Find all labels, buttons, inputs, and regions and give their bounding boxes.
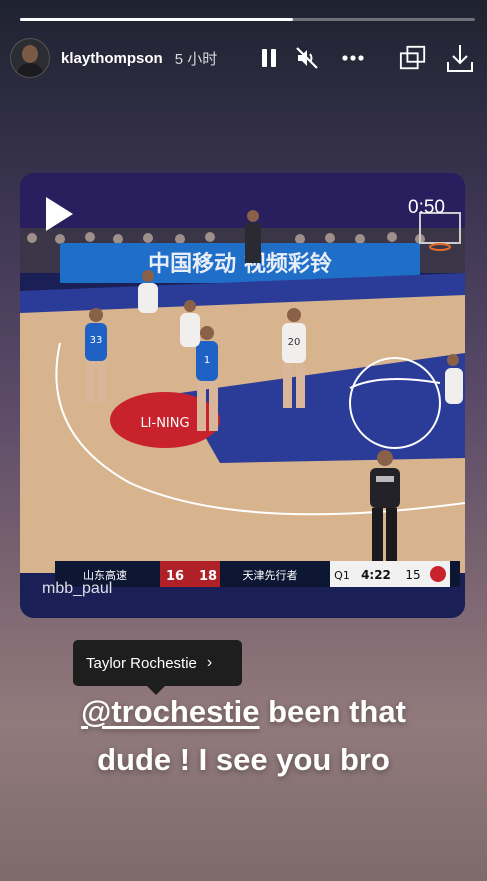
- download-icon[interactable]: [446, 44, 474, 72]
- shot-clock: 15: [405, 568, 420, 582]
- caption-text-1: been that: [259, 694, 406, 729]
- username[interactable]: klaythompson: [61, 50, 163, 67]
- story-viewer[interactable]: klaythompson 5 小时 中国移动 视频彩铃 LI-NING 33 1…: [0, 0, 487, 881]
- away-score: 18: [199, 569, 217, 584]
- game-quarter: Q1: [334, 569, 350, 582]
- video-watermark: mbb_paul: [42, 580, 113, 597]
- ad-banner-text: 中国移动 视频彩铃: [148, 251, 332, 277]
- more-icon[interactable]: [339, 44, 367, 72]
- jersey-number-20: 20: [288, 337, 301, 348]
- avatar[interactable]: [10, 38, 50, 78]
- caption-line-1: @trochestie been that: [0, 688, 487, 736]
- caption-line-2: dude ! I see you bro: [97, 742, 390, 777]
- video-player[interactable]: 中国移动 视频彩铃 LI-NING 33 1 20 山东高速 16 18 天津先…: [20, 173, 465, 618]
- timestamp: 5 小时: [174, 50, 218, 68]
- play-icon[interactable]: [42, 195, 76, 238]
- mention-link[interactable]: @trochestie: [81, 694, 259, 729]
- basketball-game-frame: 中国移动 视频彩铃 LI-NING 33 1 20 山东高速 16 18 天津先…: [20, 173, 465, 618]
- external-window-icon[interactable]: [399, 44, 427, 72]
- jersey-number-1: 1: [204, 355, 210, 366]
- game-clock: 4:22: [361, 568, 391, 582]
- away-team-name: 天津先行者: [243, 569, 298, 582]
- jersey-number-33: 33: [90, 335, 103, 346]
- mention-tooltip-label: Taylor Rochestie: [86, 654, 197, 672]
- muted-speaker-icon[interactable]: [293, 44, 321, 72]
- story-progress-bar: [20, 18, 475, 21]
- home-score: 16: [166, 569, 184, 584]
- svg-text:LI-NING: LI-NING: [140, 416, 189, 431]
- story-progress-fill: [20, 18, 293, 21]
- story-header: klaythompson 5 小时: [10, 38, 477, 78]
- chevron-right-icon: ›: [206, 654, 213, 671]
- video-duration: 0:50: [408, 197, 445, 218]
- pause-icon[interactable]: [255, 44, 283, 72]
- mention-tooltip[interactable]: Taylor Rochestie ›: [73, 640, 242, 695]
